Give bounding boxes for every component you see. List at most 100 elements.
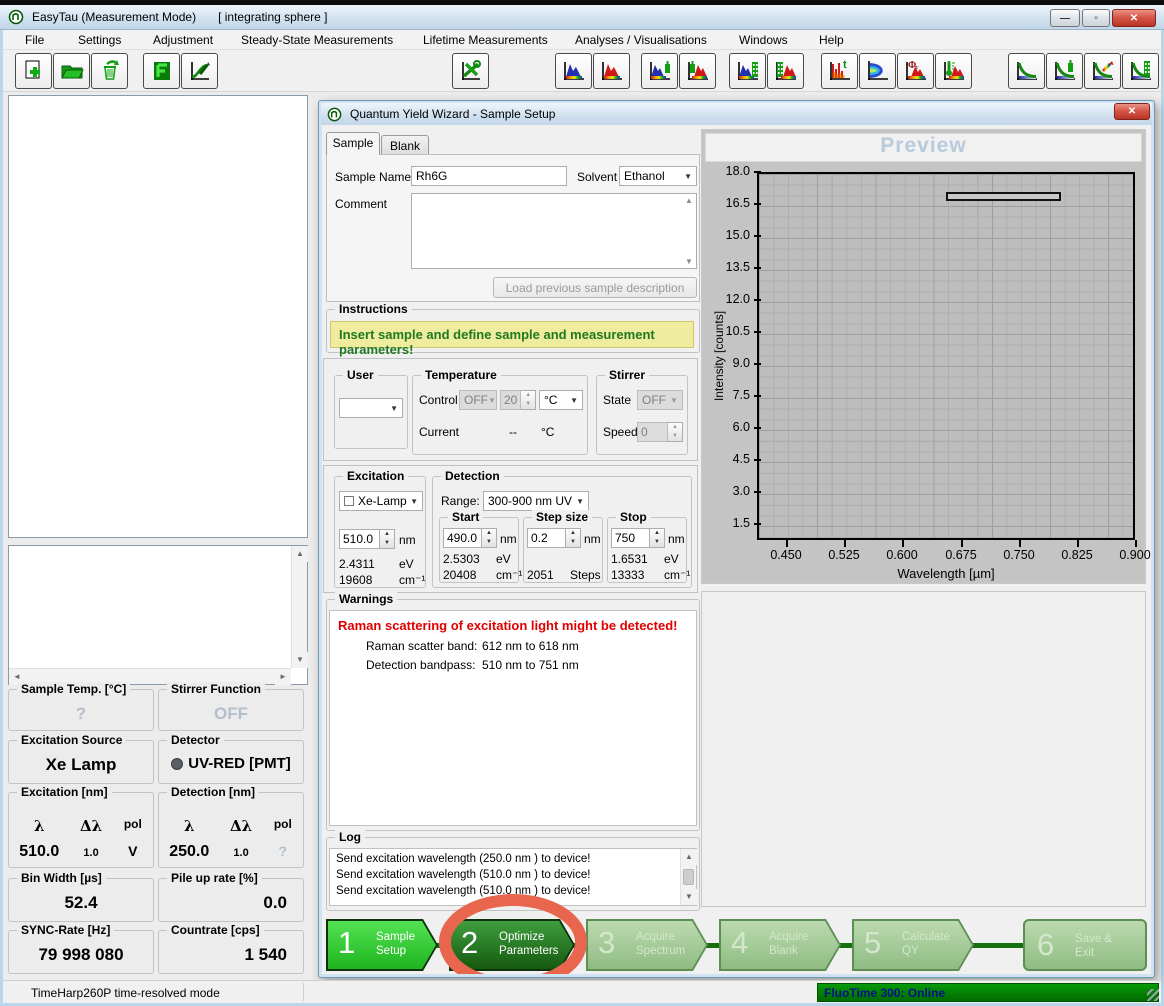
temperature-series-button[interactable]	[935, 53, 972, 89]
maximize-button[interactable]: ▫	[1082, 9, 1110, 27]
scroll-up-icon[interactable]: ▲	[681, 849, 697, 865]
preview-chart: 18.0 16.5 15.0 13.5 12.0 10.5 9.0 7.5 6.…	[705, 164, 1142, 580]
spinner-up-icon[interactable]: ▲	[380, 530, 394, 539]
adjustment-tools-button[interactable]	[452, 53, 489, 89]
scroll-right-icon[interactable]: ►	[275, 669, 291, 685]
excitation-scan-sample-button[interactable]	[641, 53, 678, 89]
anisotropy-decay-button[interactable]	[1084, 53, 1121, 89]
solvent-combo[interactable]: Ethanol ▼	[619, 166, 697, 186]
menu-analyses[interactable]: Analyses / Visualisations	[575, 33, 707, 47]
spinner-up-icon[interactable]: ▲	[566, 529, 580, 538]
excitation-bandwidth-value: 1.0	[69, 847, 112, 859]
spinner-down-icon[interactable]: ▼	[650, 538, 664, 547]
step-1-sample-setup[interactable]: 1 Sample Setup	[326, 919, 438, 971]
emission-scan-sample-button[interactable]	[679, 53, 716, 89]
load-previous-sample-button[interactable]: Load previous sample description	[493, 277, 697, 298]
excitation-source-combo[interactable]: Xe-Lamp ▼	[339, 491, 423, 511]
step-4-acquire-blank[interactable]: 4 Acquire Blank	[719, 919, 841, 971]
dialog-titlebar[interactable]: Quantum Yield Wizard - Sample Setup	[321, 103, 1152, 125]
manual-curve-edit-button[interactable]	[181, 53, 218, 89]
scroll-down-icon[interactable]: ▼	[292, 652, 308, 668]
spinner-down-icon[interactable]: ▼	[482, 538, 496, 547]
scrollbar-thumb[interactable]	[683, 869, 694, 885]
step-5-calculate-qy[interactable]: 5 Calculate QY	[852, 919, 974, 971]
spinner-up-icon[interactable]: ▲	[668, 423, 682, 432]
y-tick: 15.0	[710, 228, 750, 244]
excitation-scan-series-button[interactable]	[729, 53, 766, 89]
spinner-down-icon[interactable]: ▼	[380, 539, 394, 548]
step-3-acquire-spectrum[interactable]: 3 Acquire Spectrum	[586, 919, 708, 971]
menu-lifetime[interactable]: Lifetime Measurements	[423, 33, 548, 47]
spinner-down-icon[interactable]: ▼	[521, 400, 535, 409]
instructions-label: Instructions	[335, 302, 412, 316]
temp-control-combo[interactable]: OFF ▼	[459, 390, 497, 410]
menu-windows[interactable]: Windows	[739, 33, 788, 47]
detection-step-box: Step size 0.2 ▲▼ nm 2051 Steps	[523, 517, 603, 583]
resize-grip[interactable]	[1147, 989, 1159, 1001]
decay-series-button[interactable]	[1122, 53, 1159, 89]
delete-measurement-button[interactable]	[91, 53, 128, 89]
spinner-up-icon[interactable]: ▲	[650, 529, 664, 538]
lifetime-decay-button[interactable]	[1008, 53, 1045, 89]
excitation-wavelength-spinner[interactable]: 510.0 ▲▼	[339, 529, 395, 549]
close-button[interactable]: ✕	[1112, 9, 1156, 27]
step-size-spinner[interactable]: 0.2 ▲▼	[527, 528, 581, 548]
y-tick: 3.0	[710, 484, 750, 500]
trash-icon	[97, 58, 123, 84]
tab-blank[interactable]: Blank	[381, 135, 429, 155]
log-label: Log	[335, 830, 365, 844]
menu-steady-state[interactable]: Steady-State Measurements	[241, 33, 393, 47]
device-status-icon	[149, 58, 175, 84]
tab-sample[interactable]: Sample	[326, 132, 380, 155]
device-status-button[interactable]	[143, 53, 180, 89]
user-combo[interactable]: ▼	[339, 398, 403, 418]
scroll-down-icon[interactable]: ▼	[685, 257, 693, 266]
menu-settings[interactable]: Settings	[78, 33, 121, 47]
minimize-button[interactable]: —	[1050, 9, 1080, 27]
toolbar: t Φ F	[3, 50, 1161, 92]
stirrer-state-combo[interactable]: OFF ▼	[637, 390, 683, 410]
scroll-up-icon[interactable]: ▲	[685, 196, 693, 205]
temp-unit-combo[interactable]: °C ▼	[539, 390, 583, 410]
start-wavelength-spinner[interactable]: 490.0 ▲▼	[443, 528, 497, 548]
emission-scan-series-button[interactable]	[767, 53, 804, 89]
stop-wavelength-spinner[interactable]: 750 ▲▼	[611, 528, 665, 548]
excitation-spectrum-button[interactable]	[555, 53, 592, 89]
new-measurement-button[interactable]	[15, 53, 52, 89]
spinner-down-icon[interactable]: ▼	[668, 432, 682, 441]
checkbox-icon[interactable]	[344, 496, 354, 506]
dialog-close-button[interactable]: ✕	[1114, 103, 1150, 120]
temp-setpoint-spinner[interactable]: 20 ▲▼	[500, 390, 536, 410]
open-file-button[interactable]	[53, 53, 90, 89]
menu-adjustment[interactable]: Adjustment	[153, 33, 213, 47]
spinner-up-icon[interactable]: ▲	[482, 529, 496, 538]
lifetime-decay-sample-button[interactable]	[1046, 53, 1083, 89]
sample-name-input[interactable]	[411, 166, 567, 186]
decay-series-icon	[1128, 58, 1154, 84]
chevron-down-icon: ▼	[410, 497, 418, 506]
comment-textarea[interactable]	[411, 193, 697, 269]
stirrer-speed-spinner[interactable]: 0 ▲▼	[637, 422, 683, 442]
tres-contour-button[interactable]	[859, 53, 896, 89]
tcspc-histogram-button[interactable]: t	[821, 53, 858, 89]
pileup-rate-value: 0.0	[159, 893, 303, 913]
step-6-save-exit[interactable]: 6 Save & Exit	[1023, 919, 1147, 971]
detector-box: Detector UV-RED [PMT]	[158, 740, 304, 784]
x-tick: 0.900	[1108, 548, 1151, 562]
menu-file[interactable]: File	[25, 33, 44, 47]
detection-range-combo[interactable]: 300-900 nm UV-RED ▼	[483, 491, 589, 511]
scroll-up-icon[interactable]: ▲	[292, 546, 308, 562]
log-scrollbar[interactable]: ▲ ▼	[680, 849, 696, 905]
spinner-down-icon[interactable]: ▼	[566, 538, 580, 547]
emission-spectrum-button[interactable]	[593, 53, 630, 89]
menu-help[interactable]: Help	[819, 33, 844, 47]
preview-title: Preview	[880, 134, 966, 157]
step-number: 1	[338, 925, 355, 961]
quantum-yield-button[interactable]: Φ F	[897, 53, 934, 89]
solvent-value: Ethanol	[624, 169, 665, 183]
spinner-up-icon[interactable]: ▲	[521, 391, 535, 400]
scroll-down-icon[interactable]: ▼	[681, 889, 697, 905]
window-titlebar[interactable]: EasyTau (Measurement Mode) [ integrating…	[0, 5, 1164, 30]
step-2-optimize-parameters[interactable]: 2 Optimize Parameters	[449, 919, 575, 971]
detail-vertical-scrollbar[interactable]: ▲ ▼	[291, 546, 307, 668]
